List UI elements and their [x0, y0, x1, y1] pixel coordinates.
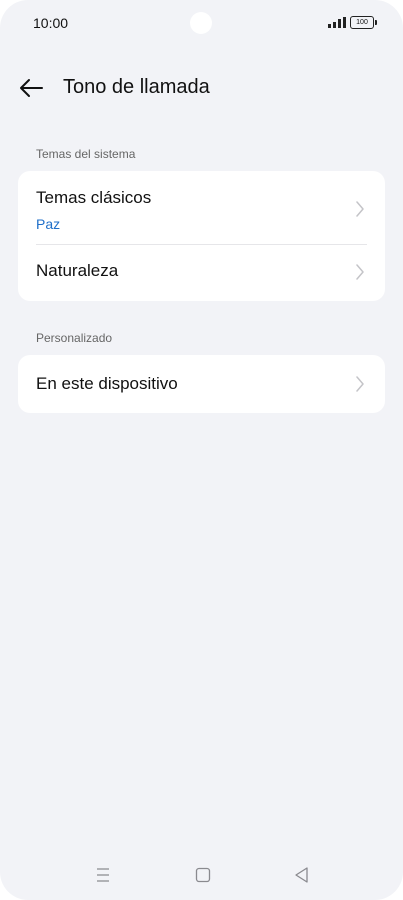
- battery-icon: 100: [350, 16, 374, 29]
- header: Tono de llamada: [0, 64, 403, 112]
- battery-tip: [375, 20, 377, 25]
- battery-level: 100: [356, 19, 368, 26]
- section-label-temas-del-sistema: Temas del sistema: [36, 147, 136, 161]
- triangle-back-icon[interactable]: [292, 860, 312, 890]
- status-bar: 10:00 100: [0, 0, 403, 48]
- row-title: En este dispositivo: [36, 374, 178, 393]
- arrow-left-icon: [20, 79, 43, 97]
- list-item-naturaleza[interactable]: Naturaleza: [18, 244, 385, 301]
- list-item-en-este-dispositivo[interactable]: En este dispositivo: [18, 355, 385, 413]
- camera-cutout: [190, 12, 212, 34]
- custom-card: En este dispositivo: [18, 355, 385, 413]
- row-title: Naturaleza: [36, 261, 119, 280]
- signal-icon: [328, 17, 346, 28]
- row-subtitle: Paz: [36, 216, 61, 232]
- menu-icon[interactable]: [93, 860, 113, 890]
- chevron-right-icon: [356, 376, 364, 392]
- row-title: Temas clásicos: [36, 188, 152, 207]
- back-button[interactable]: [16, 74, 48, 102]
- list-item-temas-clasicos[interactable]: Temas clásicos Paz: [18, 171, 385, 244]
- chevron-right-icon: [356, 201, 364, 217]
- status-time: 10:00: [33, 15, 69, 31]
- navigation-bar: [0, 860, 403, 890]
- phone-screen: 10:00 100 Tono de llamada Temas del sist…: [0, 0, 403, 900]
- system-themes-card: Temas clásicos Paz Naturaleza: [18, 171, 385, 301]
- chevron-right-icon: [356, 264, 364, 280]
- section-label-personalizado: Personalizado: [36, 331, 113, 345]
- page-title: Tono de llamada: [63, 76, 210, 98]
- home-square-icon[interactable]: [193, 860, 213, 890]
